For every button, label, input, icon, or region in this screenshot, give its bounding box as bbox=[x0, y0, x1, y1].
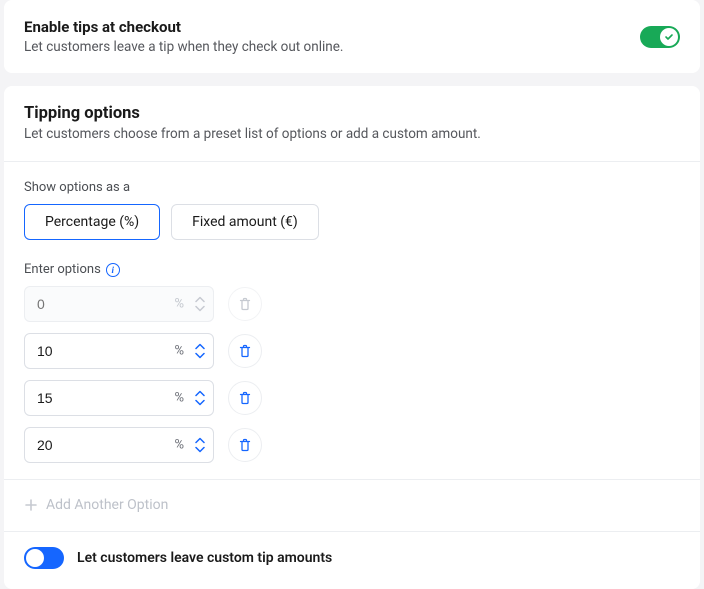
step-down[interactable] bbox=[194, 446, 206, 454]
plus-icon bbox=[24, 498, 38, 512]
option-row: % bbox=[24, 427, 680, 463]
option-row: % bbox=[24, 333, 680, 369]
divider bbox=[4, 161, 700, 162]
delete-button[interactable] bbox=[228, 428, 262, 462]
option-input[interactable] bbox=[24, 333, 214, 369]
custom-amount-row: Let customers leave custom tip amounts bbox=[24, 547, 680, 569]
steppers bbox=[194, 343, 206, 360]
enable-tips-text: Enable tips at checkout Let customers le… bbox=[24, 18, 343, 55]
toggle-knob bbox=[26, 549, 44, 567]
toggle-knob bbox=[660, 28, 678, 46]
steppers bbox=[194, 390, 206, 407]
divider bbox=[4, 479, 700, 480]
delete-button[interactable] bbox=[228, 381, 262, 415]
percentage-button[interactable]: Percentage (%) bbox=[24, 204, 160, 240]
option-row: % bbox=[24, 286, 680, 322]
steppers bbox=[194, 296, 206, 313]
percent-suffix: % bbox=[174, 391, 184, 406]
step-up bbox=[194, 296, 206, 304]
step-up[interactable] bbox=[194, 390, 206, 398]
tipping-subtitle: Let customers choose from a preset list … bbox=[24, 126, 680, 142]
tipping-options-card: Tipping options Let customers choose fro… bbox=[4, 86, 700, 589]
show-as-group: Percentage (%) Fixed amount (€) bbox=[24, 204, 680, 240]
option-input[interactable] bbox=[24, 380, 214, 416]
trash-icon bbox=[238, 297, 252, 311]
option-input-wrap: % bbox=[24, 333, 214, 369]
steppers bbox=[194, 437, 206, 454]
percent-suffix: % bbox=[174, 438, 184, 453]
delete-button[interactable] bbox=[228, 334, 262, 368]
enter-options-label: Enter options i bbox=[24, 262, 680, 277]
trash-icon bbox=[238, 391, 252, 405]
enable-tips-card: Enable tips at checkout Let customers le… bbox=[4, 0, 700, 73]
option-input-wrap: % bbox=[24, 380, 214, 416]
enable-tips-toggle[interactable] bbox=[640, 26, 680, 48]
divider bbox=[4, 531, 700, 532]
trash-icon bbox=[238, 344, 252, 358]
show-as-label: Show options as a bbox=[24, 180, 680, 195]
add-option-button: Add Another Option bbox=[24, 495, 680, 515]
step-down[interactable] bbox=[194, 352, 206, 360]
step-down[interactable] bbox=[194, 399, 206, 407]
option-input[interactable] bbox=[24, 427, 214, 463]
check-icon bbox=[664, 32, 674, 42]
enable-tips-title: Enable tips at checkout bbox=[24, 18, 343, 36]
enable-tips-subtitle: Let customers leave a tip when they chec… bbox=[24, 39, 343, 55]
tipping-title: Tipping options bbox=[24, 104, 680, 123]
info-icon[interactable]: i bbox=[106, 263, 120, 277]
trash-icon bbox=[238, 438, 252, 452]
percent-suffix: % bbox=[174, 297, 184, 312]
option-row: % bbox=[24, 380, 680, 416]
custom-amount-toggle[interactable] bbox=[24, 547, 64, 569]
option-input-wrap: % bbox=[24, 286, 214, 322]
step-down bbox=[194, 305, 206, 313]
delete-button bbox=[228, 287, 262, 321]
percent-suffix: % bbox=[174, 344, 184, 359]
step-up[interactable] bbox=[194, 343, 206, 351]
option-input-wrap: % bbox=[24, 427, 214, 463]
step-up[interactable] bbox=[194, 437, 206, 445]
option-input bbox=[24, 286, 214, 322]
custom-amount-label: Let customers leave custom tip amounts bbox=[77, 550, 332, 566]
fixed-amount-button[interactable]: Fixed amount (€) bbox=[171, 204, 319, 240]
